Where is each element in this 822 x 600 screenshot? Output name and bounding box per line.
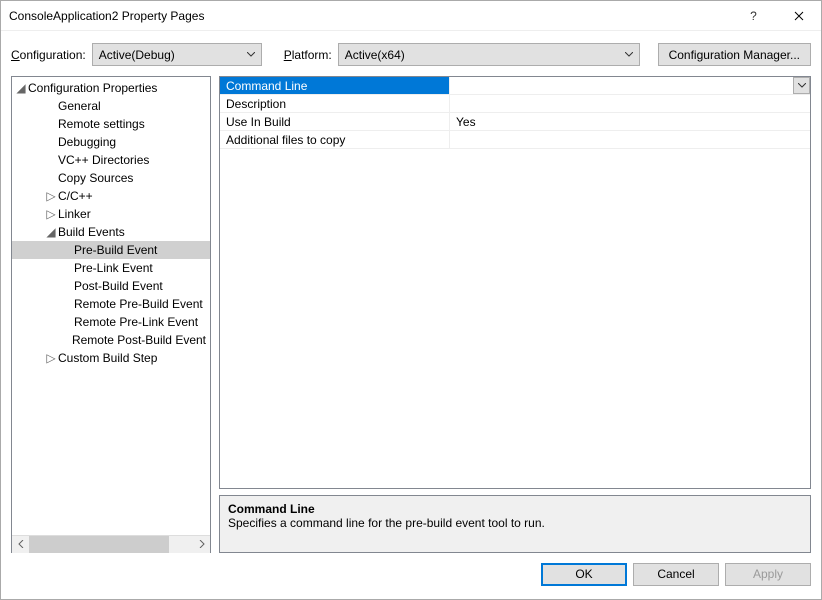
chevron-down-icon bbox=[625, 52, 633, 57]
grid-row[interactable]: Description bbox=[220, 95, 810, 113]
tree-label: Post-Build Event bbox=[74, 279, 163, 293]
configuration-manager-label: Configuration Manager... bbox=[669, 48, 800, 62]
tree-item[interactable]: Remote Pre-Build Event bbox=[12, 295, 210, 313]
configuration-label: Configuration: bbox=[11, 48, 86, 62]
configuration-combo[interactable]: Active(Debug) bbox=[92, 43, 262, 66]
tree-label: C/C++ bbox=[58, 189, 93, 203]
expander-icon: ◢ bbox=[14, 81, 28, 95]
platform-label: Platform: bbox=[284, 48, 332, 62]
platform-combo[interactable]: Active(x64) bbox=[338, 43, 640, 66]
tree-label: Linker bbox=[58, 207, 91, 221]
tree-item[interactable]: General bbox=[12, 97, 210, 115]
chevron-down-icon bbox=[798, 83, 806, 88]
scroll-thumb[interactable] bbox=[29, 536, 169, 553]
tree-item[interactable]: Pre-Link Event bbox=[12, 259, 210, 277]
tree-label: Remote settings bbox=[58, 117, 145, 131]
help-icon: ? bbox=[750, 9, 757, 23]
footer: OK Cancel Apply bbox=[1, 559, 821, 599]
description-panel: Command Line Specifies a command line fo… bbox=[219, 495, 811, 553]
tree-label: Copy Sources bbox=[58, 171, 133, 185]
grid-cell-name: Description bbox=[220, 95, 450, 112]
tree[interactable]: ◢Configuration PropertiesGeneralRemote s… bbox=[12, 77, 210, 535]
tree-label: Configuration Properties bbox=[28, 81, 157, 95]
tree-label: Remote Pre-Link Event bbox=[74, 315, 198, 329]
tree-panel: ◢Configuration PropertiesGeneralRemote s… bbox=[11, 76, 211, 553]
configuration-value: Active(Debug) bbox=[99, 48, 175, 62]
apply-button[interactable]: Apply bbox=[725, 563, 811, 586]
tree-item[interactable]: Pre-Build Event bbox=[12, 241, 210, 259]
grid-row[interactable]: Use In BuildYes bbox=[220, 113, 810, 131]
body: ◢Configuration PropertiesGeneralRemote s… bbox=[1, 76, 821, 559]
expander-icon: ▷ bbox=[44, 207, 58, 221]
tree-label: Remote Pre-Build Event bbox=[74, 297, 203, 311]
cancel-button[interactable]: Cancel bbox=[633, 563, 719, 586]
grid-cell-value[interactable] bbox=[450, 95, 810, 112]
close-button[interactable] bbox=[776, 1, 821, 31]
grid-cell-value[interactable] bbox=[450, 131, 810, 148]
platform-value: Active(x64) bbox=[345, 48, 405, 62]
tree-item[interactable]: ▷Linker bbox=[12, 205, 210, 223]
tree-item[interactable]: Remote Pre-Link Event bbox=[12, 313, 210, 331]
tree-item[interactable]: ▷C/C++ bbox=[12, 187, 210, 205]
grid-cell-value[interactable] bbox=[450, 77, 810, 94]
help-button[interactable]: ? bbox=[731, 1, 776, 31]
tree-item[interactable]: Remote settings bbox=[12, 115, 210, 133]
tree-item[interactable]: VC++ Directories bbox=[12, 151, 210, 169]
tree-item[interactable]: ◢Build Events bbox=[12, 223, 210, 241]
title-bar: ConsoleApplication2 Property Pages ? bbox=[1, 1, 821, 31]
tree-label: Pre-Link Event bbox=[74, 261, 153, 275]
description-title: Command Line bbox=[228, 502, 802, 516]
dropdown-button[interactable] bbox=[793, 77, 810, 94]
property-pages-dialog: ConsoleApplication2 Property Pages ? Con… bbox=[0, 0, 822, 600]
window-title: ConsoleApplication2 Property Pages bbox=[9, 9, 731, 23]
tree-label: Remote Post-Build Event bbox=[72, 333, 206, 347]
expander-icon: ▷ bbox=[44, 189, 58, 203]
tree-label: Custom Build Step bbox=[58, 351, 157, 365]
scroll-right-icon[interactable] bbox=[193, 536, 210, 553]
tree-label: Pre-Build Event bbox=[74, 243, 157, 257]
grid-row[interactable]: Additional files to copy bbox=[220, 131, 810, 149]
tree-root[interactable]: ◢Configuration Properties bbox=[12, 79, 210, 97]
tree-label: Debugging bbox=[58, 135, 116, 149]
description-body: Specifies a command line for the pre-bui… bbox=[228, 516, 802, 530]
config-row: Configuration: Active(Debug) Platform: A… bbox=[1, 31, 821, 76]
tree-item[interactable]: Post-Build Event bbox=[12, 277, 210, 295]
ok-button[interactable]: OK bbox=[541, 563, 627, 586]
tree-item[interactable]: ▷Custom Build Step bbox=[12, 349, 210, 367]
horizontal-scrollbar[interactable] bbox=[12, 535, 210, 552]
close-icon bbox=[794, 11, 804, 21]
chevron-down-icon bbox=[247, 52, 255, 57]
tree-item[interactable]: Remote Post-Build Event bbox=[12, 331, 210, 349]
tree-label: VC++ Directories bbox=[58, 153, 149, 167]
tree-item[interactable]: Debugging bbox=[12, 133, 210, 151]
grid-cell-name: Additional files to copy bbox=[220, 131, 450, 148]
grid-cell-value[interactable]: Yes bbox=[450, 113, 810, 130]
grid-row[interactable]: Command Line bbox=[220, 77, 810, 95]
tree-label: General bbox=[58, 99, 101, 113]
grid-cell-name: Command Line bbox=[220, 77, 450, 94]
expander-icon: ▷ bbox=[44, 351, 58, 365]
property-grid[interactable]: Command LineDescriptionUse In BuildYesAd… bbox=[219, 76, 811, 489]
scroll-track[interactable] bbox=[29, 536, 193, 553]
configuration-manager-button[interactable]: Configuration Manager... bbox=[658, 43, 811, 66]
tree-label: Build Events bbox=[58, 225, 125, 239]
right-panel: Command LineDescriptionUse In BuildYesAd… bbox=[219, 76, 811, 553]
grid-cell-name: Use In Build bbox=[220, 113, 450, 130]
expander-icon: ◢ bbox=[44, 225, 58, 239]
scroll-left-icon[interactable] bbox=[12, 536, 29, 553]
tree-item[interactable]: Copy Sources bbox=[12, 169, 210, 187]
